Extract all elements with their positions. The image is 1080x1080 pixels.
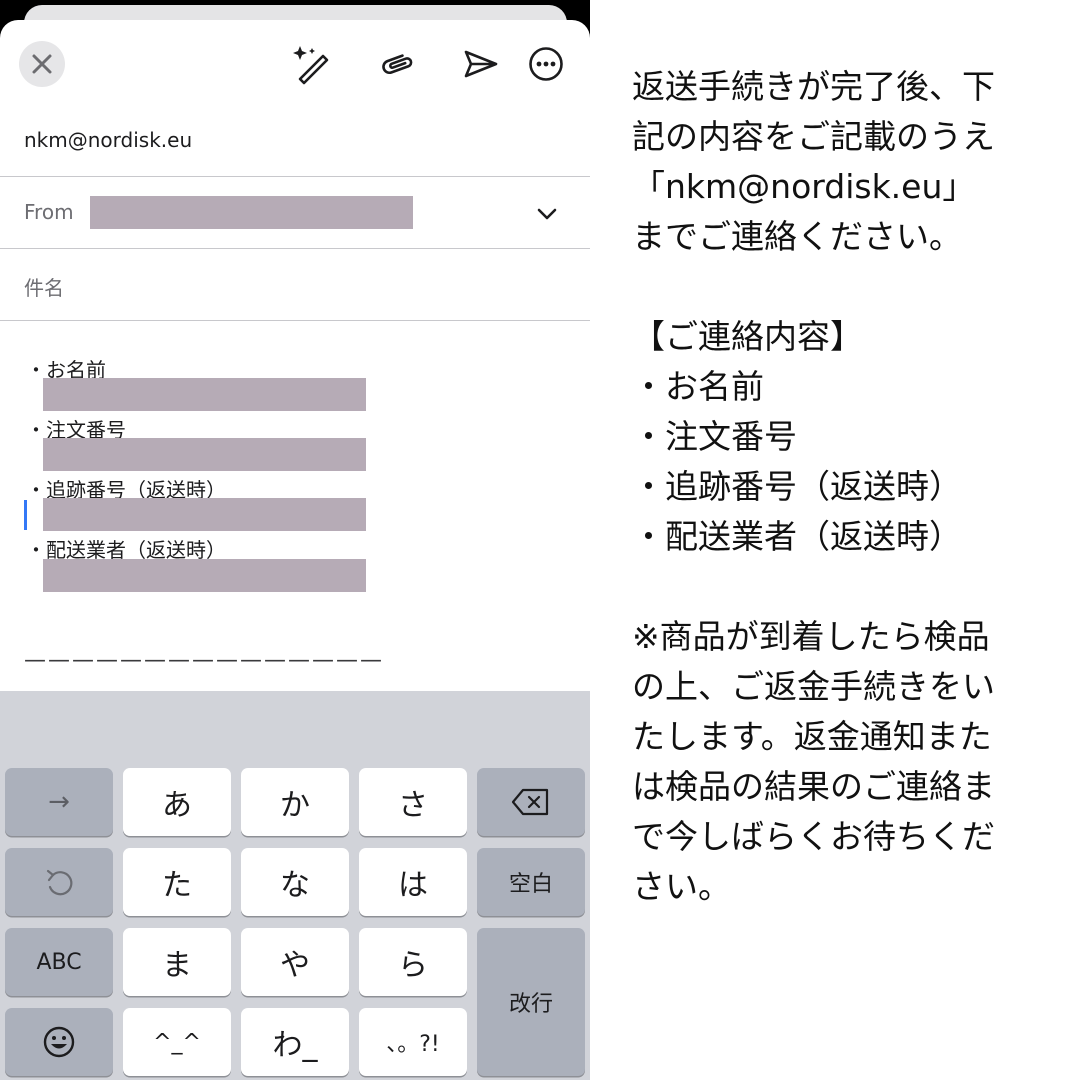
key-ha-label: は [398, 868, 428, 903]
key-ra-label: ら [398, 948, 428, 983]
key-ha[interactable]: は [359, 848, 467, 916]
key-enter-label: 改行 [508, 992, 553, 1017]
key-a[interactable]: あ [123, 768, 231, 836]
key-backspace[interactable] [477, 768, 585, 836]
key-ta-label: た [162, 868, 192, 903]
key-wa[interactable]: わ_ [241, 1008, 349, 1076]
magic-wand-icon [293, 46, 329, 85]
refund-note-paragraph: ※商品が到着したら検品 の上、ご返金手続きをい たします。返金通知また は検品の… [632, 617, 995, 906]
key-ya[interactable]: や [241, 928, 349, 996]
phone-screenshot: nkm@nordisk.eu From 件名 ・お名前 ・注文番号 ・追跡番号（… [0, 0, 590, 1080]
magic-wand-button[interactable] [290, 42, 334, 86]
key-ka-label: か [280, 788, 310, 823]
text-cursor [24, 500, 27, 530]
more-button[interactable] [524, 42, 568, 86]
instruction-text: 返送手続きが完了後、下 記の内容をご記載のうえ 「nkm@nordisk.eu」… [632, 62, 1072, 912]
compose-sheet: nkm@nordisk.eu From 件名 ・お名前 ・注文番号 ・追跡番号（… [0, 20, 590, 1080]
from-dropdown[interactable] [530, 197, 564, 231]
key-enter[interactable]: 改行 [477, 928, 585, 1076]
subject-field[interactable]: 件名 [0, 249, 590, 321]
contact-item-name: ・お名前 [632, 367, 764, 406]
redacted-name [43, 378, 366, 411]
send-button[interactable] [458, 42, 502, 86]
emoji-icon [43, 1026, 75, 1058]
to-field[interactable]: nkm@nordisk.eu [0, 110, 590, 177]
key-arrow[interactable]: → [5, 768, 113, 836]
separator-line: ——————————————— [24, 648, 384, 673]
contact-item-tracking-number: ・追跡番号（返送時） [632, 467, 962, 506]
key-sa[interactable]: さ [359, 768, 467, 836]
key-ra[interactable]: ら [359, 928, 467, 996]
key-ma[interactable]: ま [123, 928, 231, 996]
send-icon [464, 50, 498, 78]
key-kaomoji[interactable]: ^_^ [123, 1008, 231, 1076]
subject-label: 件名 [24, 276, 64, 300]
key-ta[interactable]: た [123, 848, 231, 916]
instruction-paragraph-contact: 返送手続きが完了後、下 記の内容をご記載のうえ 「nkm@nordisk.eu」… [632, 67, 995, 256]
blank-line-2 [632, 562, 1072, 612]
key-kaomoji-label: ^_^ [153, 1029, 201, 1055]
japanese-keyboard: → あ か さ た な は 空白 ABC ま や ら 改行 ^_^ わ_ 、。?… [0, 691, 590, 1080]
key-ya-label: や [280, 948, 310, 983]
contact-item-carrier: ・配送業者（返送時） [632, 517, 962, 556]
from-label: From [24, 200, 74, 224]
redacted-from-address [90, 196, 413, 229]
attach-button[interactable] [375, 42, 419, 86]
close-icon [32, 54, 52, 74]
message-body[interactable]: ・お名前 ・注文番号 ・追跡番号（返送時） ・配送業者（返送時） ———————… [0, 321, 590, 691]
backspace-icon [511, 788, 549, 816]
key-abc[interactable]: ABC [5, 928, 113, 996]
chevron-down-icon [537, 208, 557, 220]
key-sa-label: さ [398, 788, 428, 823]
key-wa-label: わ_ [272, 1028, 318, 1063]
key-ka[interactable]: か [241, 768, 349, 836]
key-a-label: あ [162, 788, 192, 823]
key-na[interactable]: な [241, 848, 349, 916]
key-punctuation[interactable]: 、。?! [359, 1008, 467, 1076]
key-punctuation-label: 、。?! [386, 1032, 440, 1057]
to-address: nkm@nordisk.eu [24, 128, 193, 152]
arrow-right-icon: → [48, 787, 70, 817]
close-button[interactable] [19, 41, 65, 87]
key-space-label: 空白 [508, 872, 553, 897]
contact-items-title: 【ご連絡内容】 [632, 317, 863, 356]
redacted-order-number [43, 438, 366, 471]
contact-item-order-number: ・注文番号 [632, 417, 797, 456]
key-space[interactable]: 空白 [477, 848, 585, 916]
key-emoji[interactable] [5, 1008, 113, 1076]
compose-toolbar [0, 20, 590, 110]
key-na-label: な [280, 868, 310, 903]
paperclip-icon [382, 54, 413, 75]
redacted-carrier [43, 559, 366, 592]
from-field[interactable]: From [0, 177, 590, 249]
key-ma-label: ま [162, 948, 192, 983]
undo-icon [46, 869, 73, 896]
key-undo[interactable] [5, 848, 113, 916]
more-icon [529, 47, 563, 81]
redacted-tracking-number [43, 498, 366, 531]
key-abc-label: ABC [36, 949, 82, 975]
